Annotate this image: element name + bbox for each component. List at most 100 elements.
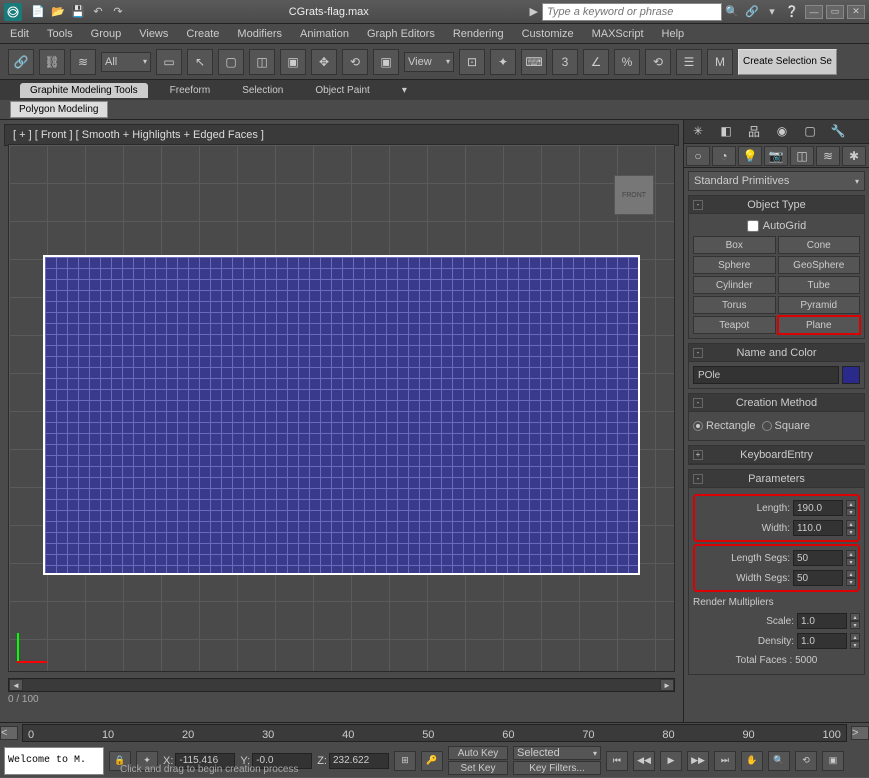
systems-icon[interactable]: ✱ [842, 146, 866, 166]
collapse-icon[interactable]: - [693, 474, 703, 484]
density-input[interactable] [797, 633, 847, 649]
spinner-down-icon[interactable]: ▾ [846, 558, 856, 566]
tab-selection[interactable]: Selection [232, 83, 293, 98]
pan-icon[interactable]: ✋ [741, 751, 763, 771]
rectangle-radio[interactable]: Rectangle [693, 420, 756, 432]
create-panel-icon[interactable]: ✳ [684, 120, 712, 142]
prev-frame-icon[interactable]: ◀◀ [633, 751, 655, 771]
square-radio[interactable]: Square [762, 420, 810, 432]
undo-icon[interactable]: ↶ [91, 5, 105, 19]
viewport[interactable]: [ + ] [ Front ] [ Smooth + Highlights + … [0, 120, 683, 722]
close-button[interactable]: ✕ [847, 5, 865, 19]
spinner-down-icon[interactable]: ▾ [846, 528, 856, 536]
primitives-dropdown[interactable]: Standard Primitives▾ [688, 171, 865, 191]
maximize-viewport-icon[interactable]: ▣ [822, 751, 844, 771]
timeline-track[interactable]: 0 10 20 30 40 50 60 70 80 90 100 [22, 724, 847, 742]
pyramid-button[interactable]: Pyramid [778, 296, 861, 314]
app-icon[interactable] [4, 3, 22, 21]
collapse-icon[interactable]: - [693, 200, 703, 210]
pivot-icon[interactable]: ⊡ [459, 49, 485, 75]
search-arrow-icon[interactable]: ▶ [530, 5, 538, 18]
tab-graphite[interactable]: Graphite Modeling Tools [20, 83, 148, 98]
collapse-icon[interactable]: - [693, 348, 703, 358]
plane-object[interactable] [43, 255, 640, 575]
scale-input[interactable] [797, 613, 847, 629]
unlink-tool-icon[interactable]: ⛓ [39, 49, 65, 75]
autokey-button[interactable]: Auto Key [448, 746, 508, 760]
tab-freeform[interactable]: Freeform [160, 83, 221, 98]
modify-panel-icon[interactable]: ◧ [712, 120, 740, 142]
goto-start-icon[interactable]: ⏮ [606, 751, 628, 771]
angle-snap-icon[interactable]: ∠ [583, 49, 609, 75]
cursor-tool-icon[interactable]: ↖ [187, 49, 213, 75]
menu-grapheditors[interactable]: Graph Editors [367, 28, 435, 40]
menu-rendering[interactable]: Rendering [453, 28, 504, 40]
selection-filter-dropdown[interactable]: All▾ [101, 52, 151, 72]
geosphere-button[interactable]: GeoSphere [778, 256, 861, 274]
spinner-down-icon[interactable]: ▾ [846, 508, 856, 516]
manipulate-icon[interactable]: ✦ [490, 49, 516, 75]
orbit-icon[interactable]: ⟲ [795, 751, 817, 771]
scroll-right-icon[interactable]: ► [660, 679, 674, 691]
tab-objectpaint[interactable]: Object Paint [305, 83, 379, 98]
select-name-icon[interactable]: ▢ [218, 49, 244, 75]
setkey-button[interactable]: Set Key [448, 761, 508, 775]
menu-animation[interactable]: Animation [300, 28, 349, 40]
tube-button[interactable]: Tube [778, 276, 861, 294]
keyboard-icon[interactable]: ⌨ [521, 49, 547, 75]
collapse-icon[interactable]: - [693, 398, 703, 408]
z-coord-input[interactable] [329, 753, 389, 769]
cameras-icon[interactable]: 📷 [764, 146, 788, 166]
select-tool-icon[interactable]: ▭ [156, 49, 182, 75]
spinner-up-icon[interactable]: ▴ [846, 550, 856, 558]
snap-toggle-icon[interactable]: 3 [552, 49, 578, 75]
menu-modifiers[interactable]: Modifiers [237, 28, 282, 40]
autogrid-checkbox[interactable] [747, 220, 759, 232]
caret-icon[interactable]: ▾ [765, 5, 779, 19]
display-panel-icon[interactable]: ▢ [796, 120, 824, 142]
geometry-icon[interactable]: ○ [686, 146, 710, 166]
link-icon[interactable]: 🔗 [745, 5, 759, 19]
color-swatch[interactable] [842, 366, 860, 384]
window-cross-icon[interactable]: ▣ [280, 49, 306, 75]
spinner-up-icon[interactable]: ▴ [850, 613, 860, 621]
help-icon[interactable]: ❔ [785, 5, 799, 19]
shapes-icon[interactable]: ◔ [712, 146, 736, 166]
helpers-icon[interactable]: ◫ [790, 146, 814, 166]
grid-icon[interactable]: ⊞ [394, 751, 416, 771]
motion-panel-icon[interactable]: ◉ [768, 120, 796, 142]
search-input[interactable] [542, 3, 722, 21]
open-icon[interactable]: 📂 [51, 5, 65, 19]
zoom-icon[interactable]: 🔍 [768, 751, 790, 771]
scroll-left-icon[interactable]: ◄ [9, 679, 23, 691]
key-mode-icon[interactable]: 🔑 [421, 751, 443, 771]
spinner-up-icon[interactable]: ▴ [850, 633, 860, 641]
new-icon[interactable]: 📄 [31, 5, 45, 19]
length-segs-input[interactable] [793, 550, 843, 566]
menu-create[interactable]: Create [186, 28, 219, 40]
width-segs-input[interactable] [793, 570, 843, 586]
time-slider-right[interactable]: > [851, 726, 869, 740]
viewport-scrollbar[interactable]: ◄ ► [8, 678, 675, 692]
hierarchy-panel-icon[interactable]: 品 [740, 120, 768, 142]
menu-help[interactable]: Help [662, 28, 685, 40]
object-name-input[interactable] [693, 366, 839, 384]
time-slider-left[interactable]: < [0, 726, 18, 740]
goto-end-icon[interactable]: ⏭ [714, 751, 736, 771]
parameters-header[interactable]: -Parameters [689, 470, 864, 488]
cylinder-button[interactable]: Cylinder [693, 276, 776, 294]
menu-views[interactable]: Views [139, 28, 168, 40]
bind-tool-icon[interactable]: ≋ [70, 49, 96, 75]
rotate-tool-icon[interactable]: ⟲ [342, 49, 368, 75]
link-tool-icon[interactable]: 🔗 [8, 49, 34, 75]
minimize-button[interactable]: — [805, 5, 823, 19]
viewport-label[interactable]: [ + ] [ Front ] [ Smooth + Highlights + … [4, 124, 679, 146]
key-selected-dropdown[interactable]: Selected▾ [513, 746, 601, 760]
save-icon[interactable]: 💾 [71, 5, 85, 19]
sphere-button[interactable]: Sphere [693, 256, 776, 274]
plane-button[interactable]: Plane [778, 316, 861, 334]
keyboard-entry-header[interactable]: +KeyboardEntry [689, 446, 864, 464]
length-input[interactable] [793, 500, 843, 516]
spinner-up-icon[interactable]: ▴ [846, 500, 856, 508]
percent-snap-icon[interactable]: % [614, 49, 640, 75]
